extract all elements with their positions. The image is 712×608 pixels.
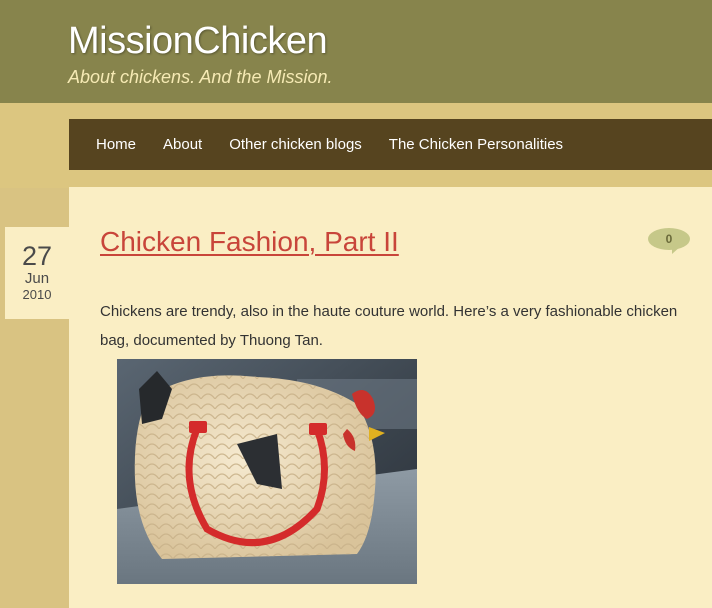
main-nav: Home About Other chicken blogs The Chick… xyxy=(69,119,712,170)
nav-item-chicken-personalities[interactable]: The Chicken Personalities xyxy=(389,136,563,153)
site-tagline: About chickens. And the Mission. xyxy=(68,67,333,87)
post-date-month: Jun xyxy=(24,270,50,287)
chicken-bag-illustration xyxy=(117,359,417,584)
nav-item-home[interactable]: Home xyxy=(96,136,136,153)
site-title[interactable]: MissionChicken xyxy=(68,20,328,63)
nav-item-about[interactable]: About xyxy=(163,136,202,153)
post-date-badge: 27 Jun 2010 xyxy=(5,227,69,319)
post-date-year: 2010 xyxy=(22,287,52,302)
site-header: MissionChicken About chickens. And the M… xyxy=(0,0,712,103)
chicken-bag-photo[interactable] xyxy=(117,359,417,584)
comment-count-bubble[interactable]: 0 xyxy=(648,228,690,254)
post-title-link[interactable]: Chicken Fashion, Part II xyxy=(100,226,399,258)
post-date-day: 27 xyxy=(21,241,53,271)
post-body-text: Chickens are trendy, also in the haute c… xyxy=(100,303,678,349)
nav-item-other-chicken-blogs[interactable]: Other chicken blogs xyxy=(229,136,362,153)
comment-count: 0 xyxy=(665,232,673,246)
